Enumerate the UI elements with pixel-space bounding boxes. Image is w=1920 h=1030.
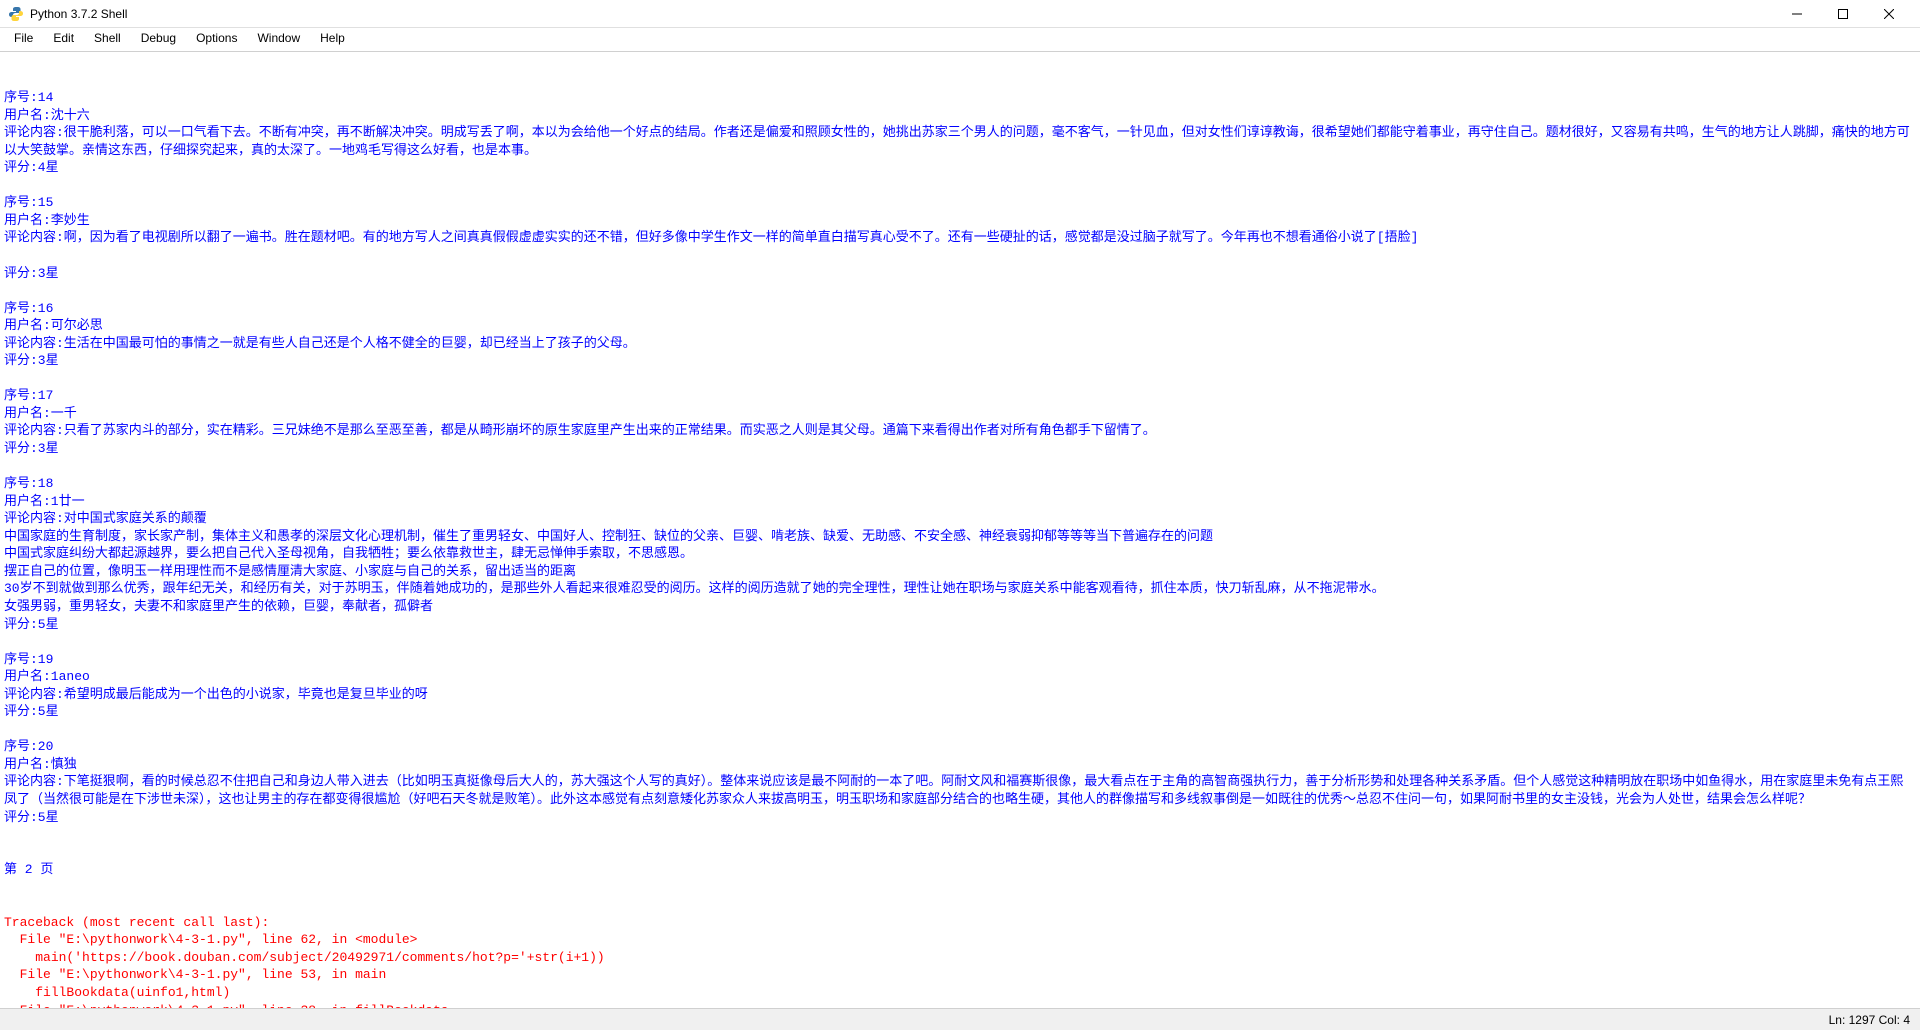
stderr-text: Traceback (most recent call last): File … — [4, 914, 1916, 1008]
window-title: Python 3.7.2 Shell — [30, 7, 1774, 21]
menu-options[interactable]: Options — [186, 28, 247, 51]
menu-shell[interactable]: Shell — [84, 28, 131, 51]
menu-file[interactable]: File — [4, 28, 43, 51]
menu-debug[interactable]: Debug — [131, 28, 186, 51]
menu-help[interactable]: Help — [310, 28, 355, 51]
cursor-position: Ln: 1297 Col: 4 — [1829, 1013, 1910, 1027]
window-controls — [1774, 0, 1912, 28]
menu-window[interactable]: Window — [247, 28, 310, 51]
close-button[interactable] — [1866, 0, 1912, 28]
statusbar: Ln: 1297 Col: 4 — [0, 1008, 1920, 1030]
minimize-button[interactable] — [1774, 0, 1820, 28]
titlebar: Python 3.7.2 Shell — [0, 0, 1920, 28]
maximize-button[interactable] — [1820, 0, 1866, 28]
stdout-text: 序号:14 用户名:沈十六 评论内容:很干脆利落，可以一口气看下去。不断有冲突，… — [4, 89, 1916, 879]
python-icon — [8, 6, 24, 22]
menubar: File Edit Shell Debug Options Window Hel… — [0, 28, 1920, 52]
shell-output-area[interactable]: 序号:14 用户名:沈十六 评论内容:很干脆利落，可以一口气看下去。不断有冲突，… — [0, 52, 1920, 1008]
menu-edit[interactable]: Edit — [43, 28, 84, 51]
